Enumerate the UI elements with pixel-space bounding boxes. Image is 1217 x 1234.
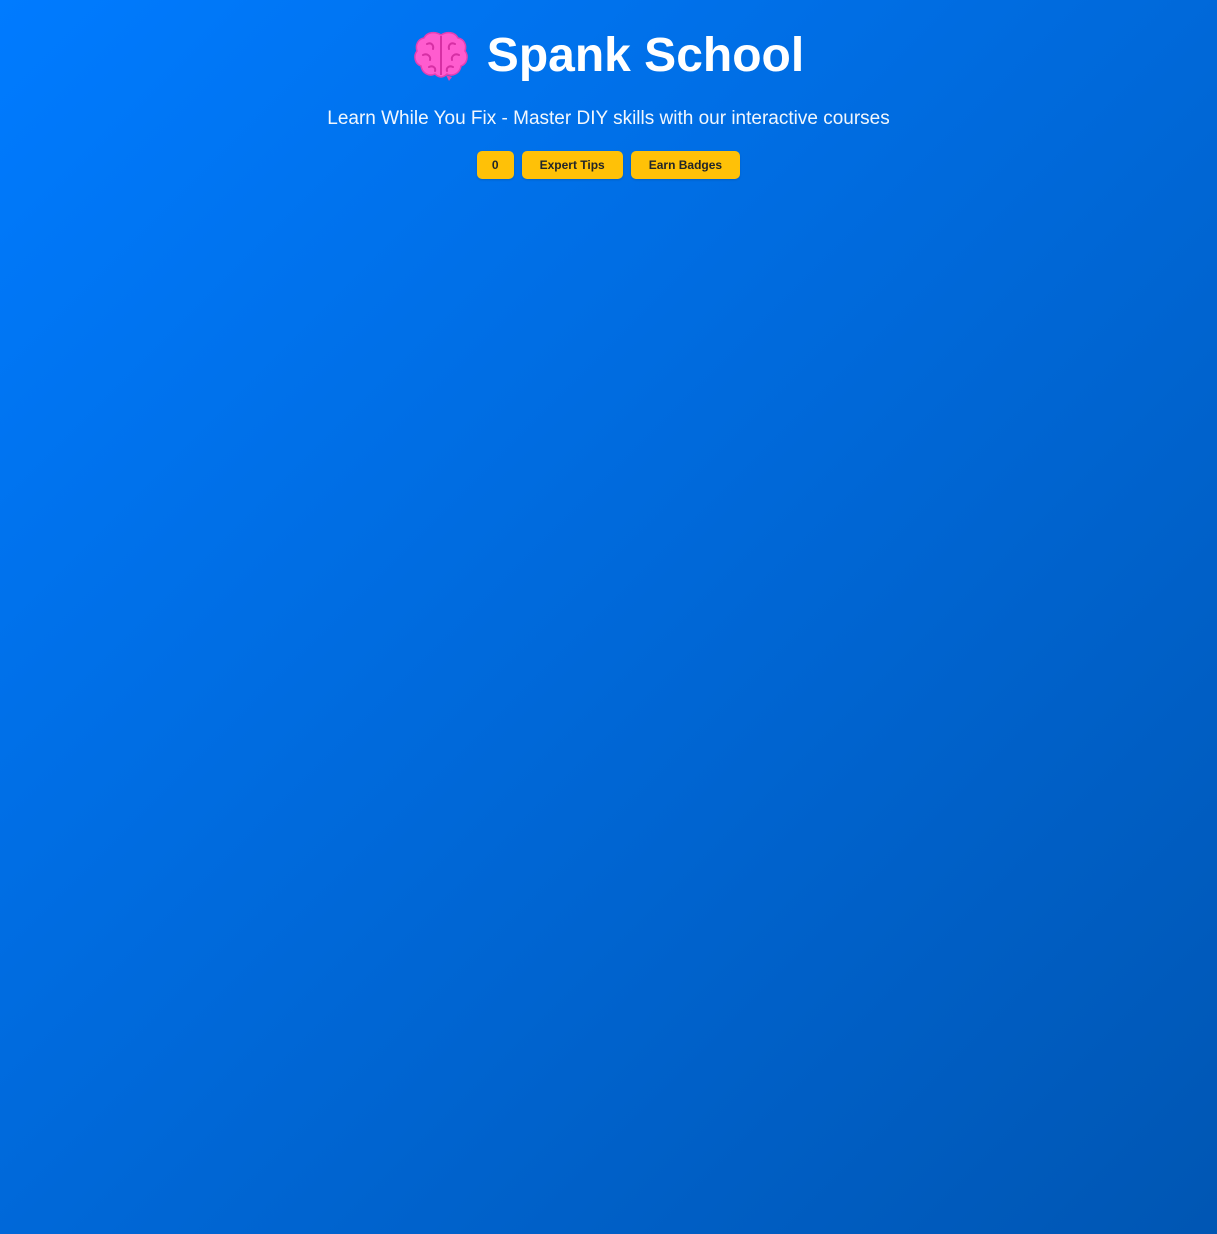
expert-tips-button[interactable]: Expert Tips (521, 151, 623, 179)
title-row: Spank School (413, 28, 804, 84)
tagline: Learn While You Fix - Master DIY skills … (327, 108, 890, 129)
hero-header: Spank School Learn While You Fix - Maste… (0, 0, 1217, 179)
earn-badges-button[interactable]: Earn Badges (630, 151, 741, 179)
action-buttons: 0 Expert Tips Earn Badges (0, 151, 1217, 179)
brain-icon (413, 30, 469, 82)
site-title: Spank School (486, 29, 805, 82)
count-button[interactable]: 0 (476, 151, 514, 179)
